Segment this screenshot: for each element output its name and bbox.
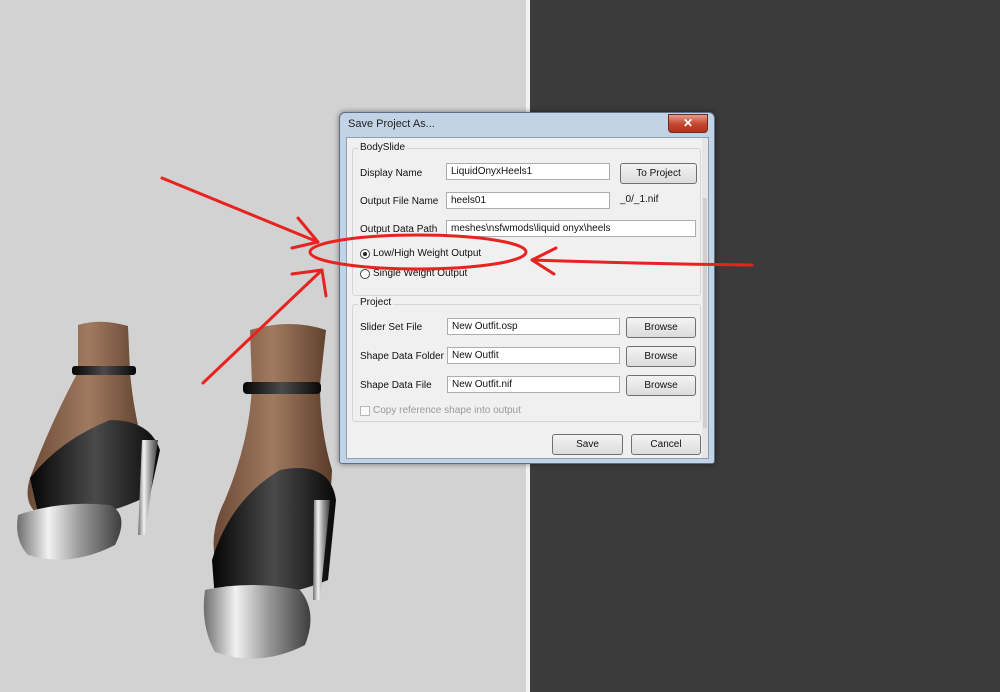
output-file-input[interactable] xyxy=(446,192,610,209)
shape-folder-browse-button[interactable]: Browse xyxy=(626,346,696,367)
shape-folder-input[interactable] xyxy=(447,347,620,364)
save-button[interactable]: Save xyxy=(552,434,623,455)
output-path-label: Output Data Path xyxy=(360,224,438,235)
single-weight-radio[interactable] xyxy=(360,269,370,279)
copy-reference-checkbox[interactable] xyxy=(360,406,370,416)
copy-reference-label: Copy reference shape into output xyxy=(373,405,521,416)
bodyslide-group-title: BodySlide xyxy=(358,142,408,153)
output-suffix-label: _0/_1.nif xyxy=(620,194,659,205)
shape-file-label: Shape Data File xyxy=(360,380,432,391)
dialog-title: Save Project As... xyxy=(348,118,435,130)
output-path-input[interactable] xyxy=(446,220,696,237)
close-button[interactable]: ✕ xyxy=(668,114,708,133)
slider-set-browse-button[interactable]: Browse xyxy=(626,317,696,338)
scrollbar-thumb[interactable] xyxy=(703,198,707,428)
single-weight-label[interactable]: Single Weight Output xyxy=(373,268,467,279)
low-high-weight-label[interactable]: Low/High Weight Output xyxy=(373,248,481,259)
shape-file-input[interactable] xyxy=(447,376,620,393)
dialog-scrollbar[interactable] xyxy=(702,138,708,458)
display-name-label: Display Name xyxy=(360,168,423,179)
save-project-dialog: Save Project As... ✕ BodySlide Display N… xyxy=(339,112,715,464)
slider-set-label: Slider Set File xyxy=(360,322,423,333)
dialog-client-area: BodySlide Display Name To Project Output… xyxy=(346,137,709,459)
output-file-label: Output File Name xyxy=(360,196,439,207)
slider-set-input[interactable] xyxy=(447,318,620,335)
cancel-button[interactable]: Cancel xyxy=(631,434,701,455)
shape-file-browse-button[interactable]: Browse xyxy=(626,375,696,396)
dialog-titlebar[interactable]: Save Project As... ✕ xyxy=(340,113,714,137)
shape-folder-label: Shape Data Folder xyxy=(360,351,444,362)
to-project-button[interactable]: To Project xyxy=(620,163,697,184)
left-heel-shoe xyxy=(17,321,160,560)
display-name-input[interactable] xyxy=(446,163,610,180)
project-group-title: Project xyxy=(358,297,394,308)
low-high-weight-radio[interactable] xyxy=(360,249,370,259)
close-icon: ✕ xyxy=(682,116,694,130)
right-heel-shoe xyxy=(203,324,336,659)
